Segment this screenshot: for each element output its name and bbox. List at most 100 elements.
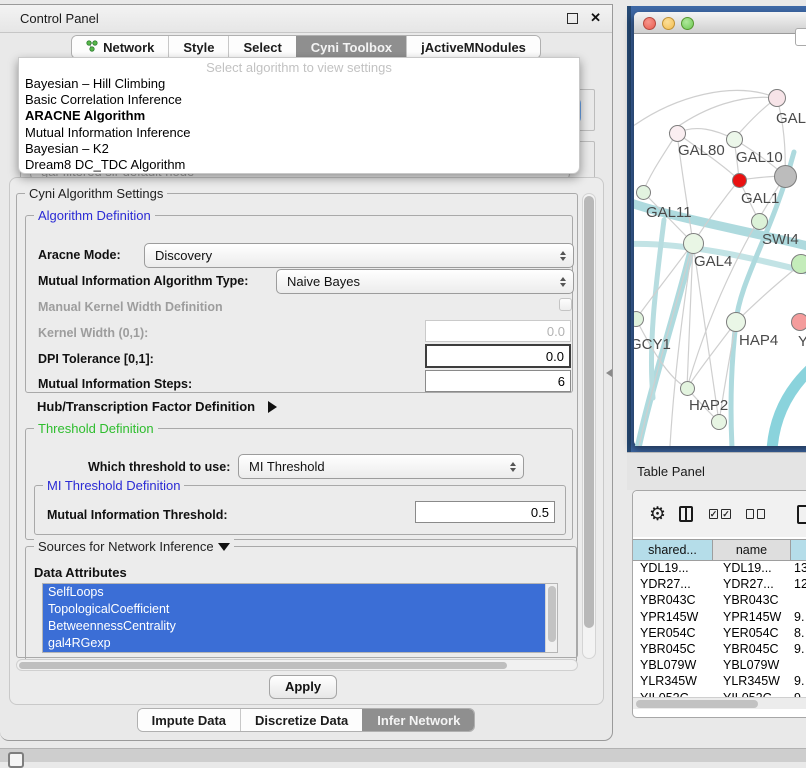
tab-select[interactable]: Select	[228, 36, 295, 58]
expand-arrow-icon[interactable]	[268, 401, 277, 413]
checkbox-unchecked-icon[interactable]	[746, 509, 754, 519]
network-node-y[interactable]	[791, 313, 806, 331]
attributes-scrollbar[interactable]	[545, 584, 557, 652]
minimize-button-icon[interactable]	[662, 17, 675, 30]
table-cell: YBL079W	[633, 658, 713, 674]
settings-vertical-scrollbar[interactable]	[582, 193, 596, 659]
network-view-window[interactable]: GALGAL80GAL10GAL1GAL11SWI4GAL4GCY1HAP4YH…	[634, 12, 806, 446]
panel-divider-arrow-icon[interactable]	[606, 369, 612, 377]
tab-label: jActiveMNodules	[421, 40, 526, 55]
dropdown-item[interactable]: Dream8 DC_TDC Algorithm	[19, 157, 579, 173]
table-row[interactable]: YDR27...YDR27...12	[633, 577, 806, 593]
zoom-button-icon[interactable]	[681, 17, 694, 30]
gear-icon[interactable]: ⚙	[649, 505, 666, 524]
hub-definition-row[interactable]: Hub/Transcription Factor Definition	[37, 398, 277, 416]
tab-style[interactable]: Style	[168, 36, 228, 58]
mi-steps-field[interactable]	[425, 370, 571, 392]
table-cell: YLR345W	[633, 674, 713, 690]
table-row[interactable]: YPR145WYPR145W9.	[633, 610, 806, 626]
table-cell: 8.	[791, 626, 806, 642]
mi-algorithm-type-combo[interactable]: Naive Bayes	[276, 269, 574, 294]
checkbox-unchecked-icon[interactable]	[757, 509, 765, 519]
network-node-gal10[interactable]	[726, 131, 743, 148]
dropdown-item[interactable]: Bayesian – K2	[19, 141, 579, 157]
tab-infer-network[interactable]: Infer Network	[362, 709, 474, 731]
table-row[interactable]: YBR045CYBR045C9.	[633, 642, 806, 658]
table-cell: YBL079W	[713, 658, 791, 674]
table-column-header[interactable]	[791, 540, 806, 560]
aracne-mode-label: Aracne Mode:	[38, 248, 121, 262]
manual-kernel-label: Manual Kernel Width Definition	[38, 300, 223, 314]
bottom-tab-bar-wrap: Impute DataDiscretize DataInfer Network	[0, 708, 612, 732]
network-node-swi4[interactable]	[751, 213, 768, 230]
hub-definition-label: Hub/Transcription Factor Definition	[37, 399, 255, 414]
tab-cyni-toolbox[interactable]: Cyni Toolbox	[296, 36, 406, 58]
network-node[interactable]	[711, 414, 727, 430]
dropdown-item[interactable]: Basic Correlation Inference	[19, 92, 579, 108]
stepper-icon	[560, 251, 566, 261]
table-cell: YDL19...	[713, 561, 791, 577]
network-node-gal11[interactable]	[636, 185, 651, 200]
network-node[interactable]	[791, 254, 806, 274]
checkbox-checked-icon[interactable]: ✓	[709, 509, 719, 519]
tab-impute-data[interactable]: Impute Data	[138, 709, 240, 731]
table-column-header[interactable]: shared...	[633, 540, 713, 560]
network-node-gal1[interactable]	[732, 173, 747, 188]
data-attributes-list[interactable]: SelfLoopsTopologicalCoefficientBetweenne…	[42, 583, 558, 653]
dropdown-item-list: Bayesian – Hill ClimbingBasic Correlatio…	[19, 76, 579, 173]
table-row[interactable]: YBL079WYBL079W	[633, 658, 806, 674]
node-label: GAL	[776, 110, 806, 127]
table-panel-header: Table Panel	[627, 452, 806, 490]
columns-icon[interactable]	[679, 506, 693, 522]
table-row[interactable]: YLR345WYLR345W9.	[633, 674, 806, 690]
dpi-tolerance-field[interactable]	[425, 344, 571, 368]
aracne-mode-combo[interactable]: Discovery	[144, 243, 574, 268]
mi-threshold-field[interactable]	[415, 501, 555, 523]
table-row[interactable]: YER054CYER054C8.	[633, 626, 806, 642]
apply-button[interactable]: Apply	[269, 675, 337, 699]
node-label: GAL4	[694, 253, 732, 270]
network-node-hap4[interactable]	[726, 312, 746, 332]
dropdown-item[interactable]: ARACNE Algorithm	[19, 108, 579, 124]
attribute-item-selected[interactable]: gal4RGexp	[43, 635, 545, 652]
dropdown-item[interactable]: Mutual Information Inference	[19, 125, 579, 141]
node-label: GAL11	[646, 204, 692, 221]
checkbox-checked-icon[interactable]: ✓	[721, 509, 731, 519]
attribute-item-selected[interactable]: BetweennessCentrality	[43, 618, 545, 635]
settings-horizontal-scrollbar[interactable]	[16, 659, 578, 671]
attribute-item-selected[interactable]: TopologicalCoefficient	[43, 601, 545, 618]
which-threshold-combo[interactable]: MI Threshold	[238, 454, 524, 479]
tab-label: Cyni Toolbox	[311, 40, 392, 55]
network-node-hap2[interactable]	[680, 381, 695, 396]
manual-kernel-checkbox[interactable]	[559, 298, 572, 311]
dropdown-item[interactable]: Bayesian – Hill Climbing	[19, 76, 579, 92]
sources-group: Sources for Network Inference Data Attri…	[25, 546, 577, 664]
table-column-header[interactable]: name	[713, 540, 791, 560]
threshold-definition-group: Threshold Definition Which threshold to …	[25, 428, 573, 540]
network-canvas[interactable]: GALGAL80GAL10GAL1GAL11SWI4GAL4GCY1HAP4YH…	[634, 34, 806, 446]
panel-toggle-icon[interactable]	[8, 752, 24, 768]
close-window-icon[interactable]: ✕	[590, 10, 601, 26]
table-row[interactable]: YBR043CYBR043C	[633, 593, 806, 609]
mi-algorithm-type-value: Naive Bayes	[287, 274, 360, 289]
tab-discretize-data[interactable]: Discretize Data	[240, 709, 362, 731]
kernel-width-field[interactable]	[425, 320, 571, 342]
document-icon[interactable]	[797, 505, 806, 524]
attribute-item-selected[interactable]: SelfLoops	[43, 584, 545, 601]
network-node-gal80[interactable]	[669, 125, 686, 142]
network-node[interactable]	[774, 165, 797, 188]
collapse-arrow-icon[interactable]	[218, 543, 230, 551]
kernel-width-label: Kernel Width (0,1):	[38, 326, 148, 340]
tab-network[interactable]: Network	[72, 36, 168, 58]
table-cell: 9.	[791, 610, 806, 626]
table-panel-title: Table Panel	[637, 464, 705, 479]
tab-jactivemnodules[interactable]: jActiveMNodules	[406, 36, 540, 58]
network-node-gal[interactable]	[768, 89, 786, 107]
network-node-gal4[interactable]	[683, 233, 704, 254]
table-cell: YBR043C	[633, 593, 713, 609]
close-button-icon[interactable]	[643, 17, 656, 30]
table-row[interactable]: YDL19...YDL19...13	[633, 561, 806, 577]
float-window-icon[interactable]	[567, 13, 578, 24]
control-panel-titlebar: Control Panel ✕	[0, 5, 612, 33]
table-horizontal-scrollbar[interactable]	[633, 697, 806, 709]
